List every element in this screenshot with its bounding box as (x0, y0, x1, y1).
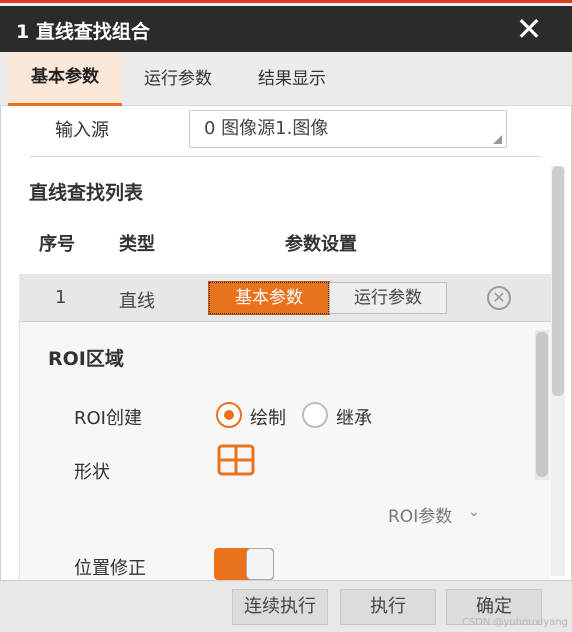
shape-label: 形状 (74, 462, 110, 483)
roi-create-label: ROI创建 (74, 408, 142, 429)
row-run-params-button[interactable]: 运行参数 (329, 282, 447, 314)
close-icon[interactable]: ✕ (514, 12, 544, 46)
dialog-titlebar: 1 直线查找组合 ✕ (0, 6, 572, 52)
roi-scrollbar[interactable] (535, 330, 549, 480)
top-accent-line (0, 0, 572, 3)
continuous-run-button[interactable]: 连续执行 (232, 589, 328, 625)
radio-inherit-label: 继承 (336, 408, 372, 429)
position-correction-label: 位置修正 (74, 558, 146, 579)
run-button[interactable]: 执行 (340, 589, 436, 625)
input-source-value: 0 图像源1.图像 (204, 118, 329, 139)
column-header-settings: 参数设置 (285, 234, 357, 255)
row-index: 1 (55, 287, 67, 308)
row-basic-params-button[interactable]: 基本参数 (208, 281, 330, 315)
input-source-label: 输入源 (55, 120, 109, 141)
resize-grip-icon (493, 135, 502, 144)
position-correction-toggle[interactable] (214, 548, 274, 580)
roi-title: ROI区域 (48, 348, 124, 370)
column-header-type: 类型 (119, 234, 155, 255)
radio-draw-label: 绘制 (250, 408, 286, 429)
panel-scrollbar[interactable] (551, 166, 565, 576)
panel-scrollbar-thumb[interactable] (552, 166, 564, 396)
delete-row-icon[interactable]: ✕ (487, 286, 511, 310)
input-source-field[interactable]: 0 图像源1.图像 (189, 110, 507, 148)
dialog-title: 1 直线查找组合 (16, 21, 150, 43)
divider (29, 156, 541, 157)
radio-draw[interactable] (216, 402, 242, 428)
dialog-footer: 连续执行 执行 确定 CSDN @yuhouxiyang (0, 580, 572, 632)
tab-result-display[interactable]: 结果显示 (244, 52, 340, 106)
roi-section: ROI区域 ROI创建 绘制 继承 形状 ROI参数 ⌄ 位置修正 (19, 322, 551, 580)
tab-run-params[interactable]: 运行参数 (130, 52, 226, 106)
roi-params-toggle[interactable]: ROI参数 (388, 502, 452, 527)
roi-scrollbar-thumb[interactable] (536, 332, 548, 477)
chevron-down-icon[interactable]: ⌄ (468, 504, 480, 520)
row-type: 直线 (119, 291, 155, 312)
watermark: CSDN @yuhouxiyang (461, 617, 568, 628)
toggle-knob (246, 548, 274, 580)
radio-inherit[interactable] (302, 402, 328, 428)
table-row[interactable]: 1 直线 基本参数 运行参数 ✕ (19, 274, 551, 322)
line-list-title: 直线查找列表 (29, 182, 144, 204)
tab-bar: 基本参数 运行参数 结果显示 (0, 52, 572, 106)
params-panel: 输入源 0 图像源1.图像 直线查找列表 序号 类型 参数设置 1 直线 基本参… (0, 106, 572, 580)
tab-basic-params[interactable]: 基本参数 (8, 52, 122, 106)
column-header-index: 序号 (39, 234, 75, 255)
rect-roi-icon[interactable] (216, 442, 256, 478)
